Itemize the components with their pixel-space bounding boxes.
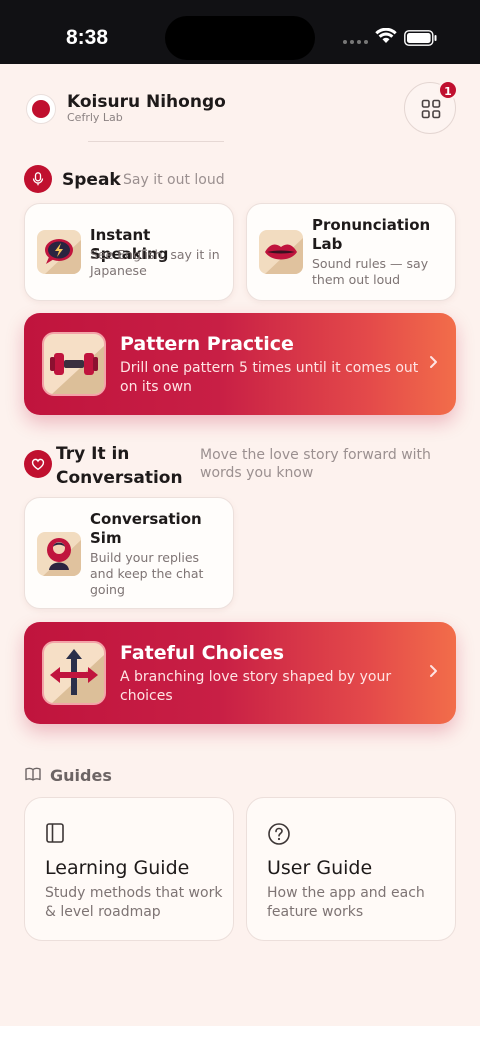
- home-screen: Koisuru Nihongo Cefrly Lab 1 Speak Say i…: [0, 64, 480, 1026]
- wifi-icon: [375, 28, 397, 43]
- hero-description: A branching love story shaped by your ch…: [120, 669, 392, 704]
- user-guide-card[interactable]: User Guide How the app and each feature …: [246, 797, 456, 941]
- microphone-icon: [32, 172, 44, 186]
- speech-bubble-icon: [37, 230, 81, 274]
- guide-description: Study methods that work & level roadmap: [45, 885, 223, 920]
- sidebar-panel-icon: [46, 823, 64, 843]
- card-title: Pronunciation Lab: [312, 216, 431, 253]
- home-indicator-area: [0, 1026, 480, 1044]
- card-description: Sound rules — say them out loud: [312, 256, 429, 287]
- hero-title: Pattern Practice: [120, 333, 294, 355]
- status-time: 8:38: [66, 26, 109, 49]
- book-icon: [25, 767, 41, 781]
- signal-icon: [343, 40, 368, 44]
- section-guides-title: Guides: [50, 766, 112, 785]
- section-conversation-title: Try It in Conversation: [56, 444, 183, 488]
- fateful-choices-card[interactable]: Fateful Choices A branching love story s…: [24, 622, 456, 724]
- battery-icon: [404, 30, 437, 46]
- header-divider: [88, 141, 224, 142]
- question-circle-icon: [268, 823, 290, 845]
- card-title: Conversation Sim: [90, 510, 202, 547]
- dumbbell-icon: [42, 332, 106, 396]
- section-speak-hint: Say it out loud: [123, 172, 225, 188]
- lips-icon: [259, 230, 303, 274]
- section-speak-title: Speak: [62, 170, 121, 190]
- app-subtitle: Cefrly Lab: [67, 111, 123, 124]
- card-description: See English, say it in Japanese: [90, 247, 220, 278]
- status-bar: 8:38: [0, 0, 480, 64]
- hero-description: Drill one pattern 5 times until it comes…: [120, 360, 419, 395]
- section-conversation-badge: [24, 450, 52, 478]
- chevron-right-icon: [430, 356, 437, 368]
- guide-title: User Guide: [267, 857, 373, 879]
- app-title: Koisuru Nihongo: [67, 92, 226, 112]
- person-chat-icon: [37, 532, 81, 576]
- chevron-right-icon: [430, 665, 437, 677]
- hero-title: Fateful Choices: [120, 642, 285, 664]
- learning-guide-card[interactable]: Learning Guide Study methods that work &…: [24, 797, 234, 941]
- japan-flag-icon: [26, 94, 56, 124]
- section-speak-badge: [24, 165, 52, 193]
- grid-icon: [421, 99, 441, 119]
- dynamic-island: [165, 16, 315, 60]
- card-description: Build your replies and keep the chat goi…: [90, 550, 204, 597]
- section-conversation-hint: Move the love story forward with words y…: [200, 447, 431, 481]
- pronunciation-lab-card[interactable]: Pronunciation Lab Sound rules — say them…: [246, 203, 456, 301]
- instant-speaking-card[interactable]: Instant Speaking See English, say it in …: [24, 203, 234, 301]
- guide-description: How the app and each feature works: [267, 885, 425, 920]
- pattern-practice-card[interactable]: Pattern Practice Drill one pattern 5 tim…: [24, 313, 456, 415]
- conversation-sim-card[interactable]: Conversation Sim Build your replies and …: [24, 497, 234, 609]
- heart-icon: [31, 458, 45, 471]
- branching-arrows-icon: [42, 641, 106, 705]
- notification-badge: 1: [438, 80, 458, 100]
- guide-title: Learning Guide: [45, 857, 190, 879]
